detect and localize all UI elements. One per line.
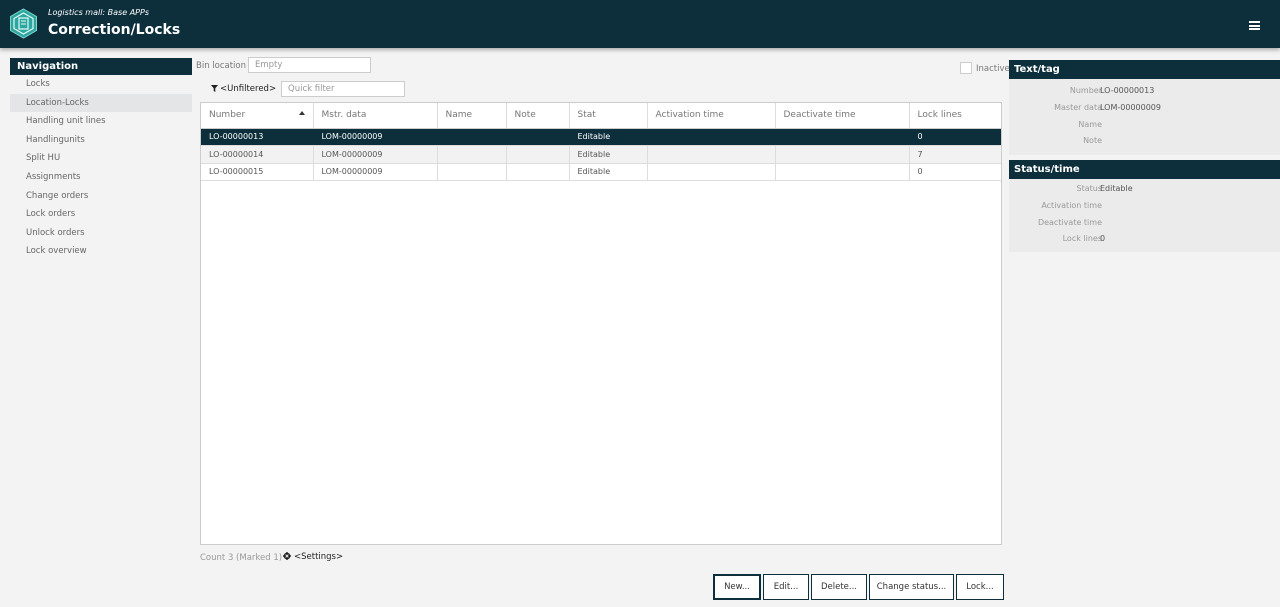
- detail-row: Note: [1009, 133, 1280, 150]
- menu-icon[interactable]: [1249, 21, 1260, 30]
- settings-link[interactable]: <Settings>: [283, 552, 343, 562]
- new-button[interactable]: New...: [713, 574, 761, 600]
- change-status-button[interactable]: Change status...: [869, 574, 954, 600]
- nav-item-change-orders[interactable]: Change orders: [10, 187, 192, 206]
- table-cell: LO-00000013: [201, 128, 314, 147]
- detail-row: Deactivate time: [1009, 215, 1280, 232]
- detail-value: LO-00000013: [1100, 86, 1155, 95]
- table-cell: [437, 145, 507, 164]
- table-cell: [775, 145, 910, 164]
- delete-button[interactable]: Delete...: [811, 574, 867, 600]
- table-cell: 0: [909, 128, 1001, 147]
- status-time-panel: Status/time Status Editable Activation ti…: [1009, 160, 1280, 252]
- detail-row: Status Editable: [1009, 181, 1280, 198]
- detail-value: 0: [1100, 234, 1106, 244]
- detail-key: Activation time: [1041, 200, 1102, 210]
- detail-key: Number: [1069, 86, 1102, 95]
- table-cell: Editable: [569, 163, 648, 182]
- nav-item-location-locks[interactable]: Location-Locks: [10, 93, 192, 113]
- column-header-mstr-data[interactable]: Mstr. data: [313, 103, 438, 129]
- status-time-title: Status/time: [1009, 160, 1280, 179]
- navigation-title: Navigation: [10, 58, 192, 75]
- detail-value: Editable: [1100, 184, 1133, 193]
- column-header-number[interactable]: Number: [201, 103, 314, 129]
- table-cell: [506, 145, 570, 164]
- detail-key: Deactivate time: [1037, 217, 1102, 227]
- edit-button[interactable]: Edit...: [763, 574, 809, 600]
- detail-key: Status: [1076, 184, 1103, 193]
- page-title: Correction/Locks: [48, 22, 181, 38]
- app-header: Logistics mall: Base APPs Correction/Loc…: [0, 0, 1280, 48]
- app-logo-icon: [10, 8, 37, 39]
- column-header-lock-lines[interactable]: Lock lines: [909, 103, 1001, 129]
- gear-icon: [283, 552, 291, 560]
- inactive-checkbox[interactable]: [960, 62, 972, 74]
- settings-link-label: <Settings>: [294, 552, 344, 562]
- table-row[interactable]: LO-00000013 LOM-00000009 Editable 0: [201, 128, 1001, 147]
- nav-item-split-hu[interactable]: Split HU: [10, 149, 192, 168]
- inactive-label: Inactive: [976, 64, 1010, 74]
- text-tag-panel: Text/tag Number LO-00000013 Master data LO…: [1009, 60, 1280, 155]
- record-count: Count 3 (Marked 1): [200, 553, 283, 563]
- detail-row: Activation time: [1009, 198, 1280, 215]
- column-header-note[interactable]: Note: [506, 103, 570, 129]
- table-cell: [647, 163, 776, 182]
- filter-link[interactable]: <Unfiltered>: [211, 84, 276, 94]
- column-header-activation-time[interactable]: Activation time: [647, 103, 776, 129]
- table-header-row: Number Mstr. data Name Note Stat Activat…: [201, 103, 1001, 129]
- detail-row: Name: [1009, 117, 1280, 134]
- table-cell: LO-00000015: [201, 163, 314, 182]
- table-cell: [775, 163, 910, 182]
- nav-item-handlingunits[interactable]: Handlingunits: [10, 131, 192, 150]
- detail-key: Note: [1083, 136, 1102, 146]
- detail-key: Lock lines: [1062, 234, 1102, 244]
- detail-value: LOM-00000009: [1100, 102, 1161, 112]
- table-cell: [775, 128, 910, 147]
- nav-item-assignments[interactable]: Assignments: [10, 168, 192, 187]
- detail-key: Name: [1078, 119, 1102, 129]
- detail-row: Lock lines 0: [1009, 231, 1280, 248]
- filter-icon: [211, 85, 218, 92]
- nav-item-locks[interactable]: Locks: [10, 75, 192, 94]
- table-cell: LO-00000014: [201, 145, 314, 164]
- column-header-name[interactable]: Name: [437, 103, 507, 129]
- text-tag-title: Text/tag: [1009, 60, 1280, 79]
- table-cell: LOM-00000009: [313, 163, 438, 182]
- quick-filter-input[interactable]: Quick filter: [281, 81, 405, 97]
- table-cell: Editable: [569, 128, 648, 147]
- column-header-stat[interactable]: Stat: [569, 103, 648, 129]
- table-cell: [647, 145, 776, 164]
- detail-row: Master data LOM-00000009: [1009, 100, 1280, 117]
- table-row[interactable]: LO-00000014 LOM-00000009 Editable 7: [201, 145, 1001, 164]
- table-cell: [506, 128, 570, 147]
- table-cell: LOM-00000009: [313, 128, 438, 147]
- column-header-deactivate-time[interactable]: Deactivate time: [775, 103, 910, 129]
- table-cell: [506, 163, 570, 182]
- nav-item-unlock-orders[interactable]: Unlock orders: [10, 224, 192, 243]
- table-cell: Editable: [569, 145, 648, 164]
- table-cell: 7: [909, 145, 1001, 164]
- nav-item-handling-unit-lines[interactable]: Handling unit lines: [10, 112, 192, 131]
- app-subtitle: Logistics mall: Base APPs: [48, 8, 149, 17]
- table-cell: [437, 128, 507, 147]
- lock-button[interactable]: Lock...: [956, 574, 1004, 600]
- table-cell: [437, 163, 507, 182]
- detail-key: Master data: [1054, 102, 1102, 112]
- bin-location-input[interactable]: Empty: [248, 57, 371, 73]
- table-cell: 0: [909, 163, 1001, 182]
- navigation-panel: Navigation Locks Location-Locks Handling…: [10, 58, 192, 261]
- filter-link-label: <Unfiltered>: [220, 84, 277, 94]
- column-header-label: Number: [209, 110, 246, 121]
- detail-row: Number LO-00000013: [1009, 83, 1280, 100]
- sort-ascending-icon: [298, 111, 305, 115]
- table-cell: [647, 128, 776, 147]
- nav-item-lock-orders[interactable]: Lock orders: [10, 205, 192, 224]
- bin-location-label: Bin location: [196, 61, 247, 71]
- table-cell: LOM-00000009: [313, 145, 438, 164]
- nav-item-lock-overview[interactable]: Lock overview: [10, 242, 192, 261]
- table-row[interactable]: LO-00000015 LOM-00000009 Editable 0: [201, 163, 1001, 182]
- locks-table: Number Mstr. data Name Note Stat Activat…: [200, 102, 1002, 545]
